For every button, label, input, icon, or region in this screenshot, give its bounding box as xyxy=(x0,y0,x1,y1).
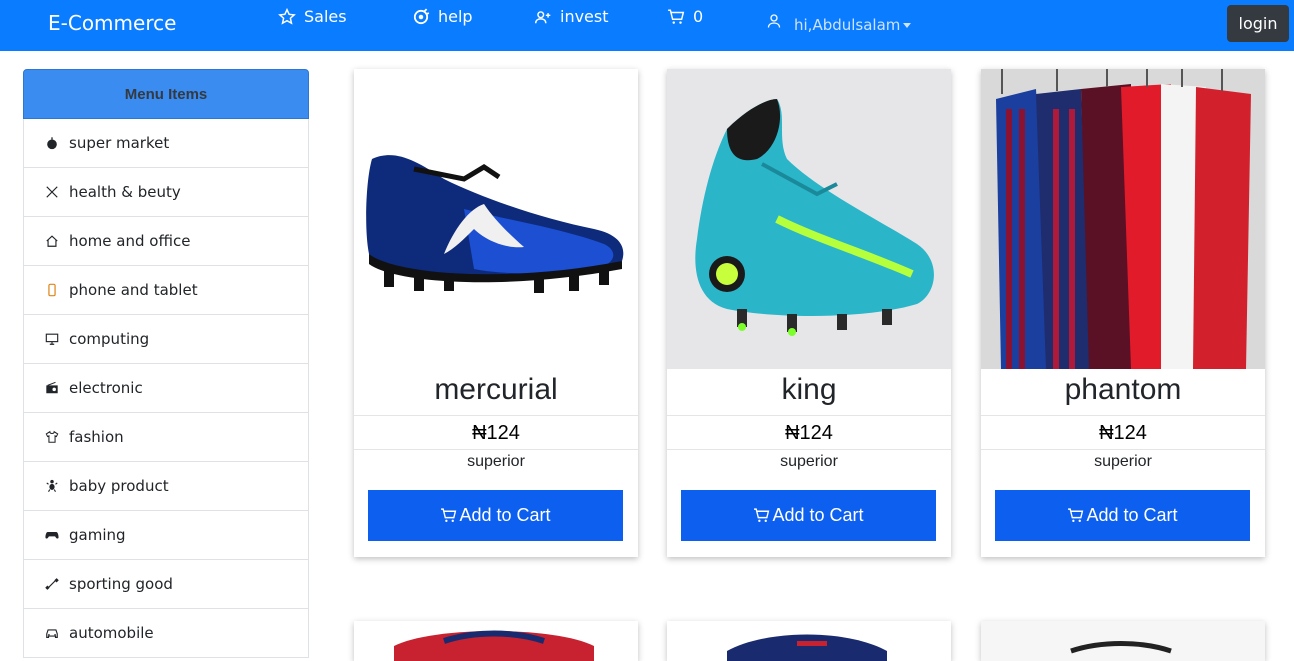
product-name[interactable]: phantom xyxy=(981,369,1265,409)
cart-icon xyxy=(668,9,685,24)
sidebar-item-gaming[interactable]: gaming xyxy=(23,511,309,560)
product-image[interactable] xyxy=(981,69,1265,369)
product-image[interactable] xyxy=(354,621,638,661)
nav-invest-label: invest xyxy=(560,7,609,26)
nav-help-label: help xyxy=(438,7,473,26)
login-button[interactable]: login xyxy=(1227,5,1289,42)
person-icon xyxy=(767,13,781,28)
nav-help[interactable]: help xyxy=(412,7,473,26)
radio-icon xyxy=(44,380,60,396)
sidebar-item-label: phone and tablet xyxy=(69,281,198,299)
sidebar-item-phone-tablet[interactable]: phone and tablet xyxy=(23,266,309,315)
sidebar-item-label: health & beuty xyxy=(69,183,181,201)
product-card: mercurial ₦124 superior Add to Cart xyxy=(354,69,638,557)
cart-plus-icon xyxy=(441,508,457,522)
product-card: king ₦124 superior Add to Cart xyxy=(667,69,951,557)
baby-icon xyxy=(44,478,60,494)
star-icon xyxy=(278,7,296,25)
sidebar-item-fashion[interactable]: fashion xyxy=(23,413,309,462)
sidebar-item-automobile[interactable]: automobile xyxy=(23,609,309,658)
product-price: ₦124 xyxy=(354,415,638,450)
monitor-icon xyxy=(44,331,60,347)
sidebar-item-label: sporting good xyxy=(69,575,173,593)
sidebar-item-sporting-good[interactable]: sporting good xyxy=(23,560,309,609)
cart-count: 0 xyxy=(693,7,704,26)
product-image[interactable] xyxy=(667,621,951,661)
scissors-icon xyxy=(44,184,60,200)
top-navbar: E-Commerce Sales help invest 0 hi,Abduls… xyxy=(0,0,1294,51)
dumbbell-icon xyxy=(44,576,60,592)
sidebar-menu: Menu Items super market health & beuty h… xyxy=(23,69,309,658)
product-name[interactable]: king xyxy=(667,369,951,409)
user-menu[interactable]: hi,Abdulsalam xyxy=(766,7,912,34)
product-card-partial xyxy=(354,621,638,661)
cart-plus-icon xyxy=(1068,508,1084,522)
sidebar-item-label: automobile xyxy=(69,624,154,642)
sidebar-item-label: home and office xyxy=(69,232,191,250)
apple-icon xyxy=(44,135,60,151)
product-image[interactable] xyxy=(354,69,638,369)
add-to-cart-label: Add to Cart xyxy=(1086,505,1178,525)
add-to-cart-button[interactable]: Add to Cart xyxy=(681,490,936,541)
sidebar-item-label: electronic xyxy=(69,379,143,397)
sidebar-item-label: computing xyxy=(69,330,150,348)
house-icon xyxy=(44,233,60,249)
sidebar-item-label: super market xyxy=(69,134,170,152)
add-to-cart-label: Add to Cart xyxy=(459,505,551,525)
sidebar-item-electronic[interactable]: electronic xyxy=(23,364,309,413)
user-greeting-text: hi,Abdulsalam xyxy=(794,16,901,34)
nav-sales-label: Sales xyxy=(304,7,347,26)
cart-plus-icon xyxy=(754,508,770,522)
help-gear-icon xyxy=(413,7,430,24)
add-to-cart-button[interactable]: Add to Cart xyxy=(995,490,1250,541)
phone-icon xyxy=(44,282,60,298)
product-card-partial xyxy=(981,621,1265,661)
add-to-cart-button[interactable]: Add to Cart xyxy=(368,490,623,541)
product-price: ₦124 xyxy=(667,415,951,450)
sidebar-title: Menu Items xyxy=(23,69,309,119)
nav-cart[interactable]: 0 xyxy=(667,7,703,26)
sidebar-item-home-office[interactable]: home and office xyxy=(23,217,309,266)
product-card-partial xyxy=(667,621,951,661)
nav-sales[interactable]: Sales xyxy=(278,7,347,26)
sidebar-item-super-market[interactable]: super market xyxy=(23,119,309,168)
sidebar-item-baby-product[interactable]: baby product xyxy=(23,462,309,511)
sidebar-item-label: baby product xyxy=(69,477,169,495)
user-greeting[interactable]: hi,Abdulsalam xyxy=(794,16,912,34)
gamepad-icon xyxy=(44,527,60,543)
sidebar-item-computing[interactable]: computing xyxy=(23,315,309,364)
product-image[interactable] xyxy=(981,621,1265,661)
shirt-icon xyxy=(44,429,60,445)
product-image[interactable] xyxy=(667,69,951,369)
sidebar-item-label: fashion xyxy=(69,428,124,446)
product-description: superior xyxy=(780,453,838,470)
product-card: phantom ₦124 superior Add to Cart xyxy=(981,69,1265,557)
product-price: ₦124 xyxy=(981,415,1265,450)
car-icon xyxy=(44,625,60,641)
product-name[interactable]: mercurial xyxy=(354,369,638,409)
add-to-cart-label: Add to Cart xyxy=(772,505,864,525)
sidebar-item-label: gaming xyxy=(69,526,126,544)
chevron-down-icon xyxy=(903,23,912,28)
brand-logo[interactable]: E-Commerce xyxy=(48,11,176,35)
product-description: superior xyxy=(467,453,525,470)
product-description: superior xyxy=(1094,453,1152,470)
sidebar-item-health-beauty[interactable]: health & beuty xyxy=(23,168,309,217)
nav-invest[interactable]: invest xyxy=(534,7,609,26)
person-plus-icon xyxy=(534,10,551,23)
